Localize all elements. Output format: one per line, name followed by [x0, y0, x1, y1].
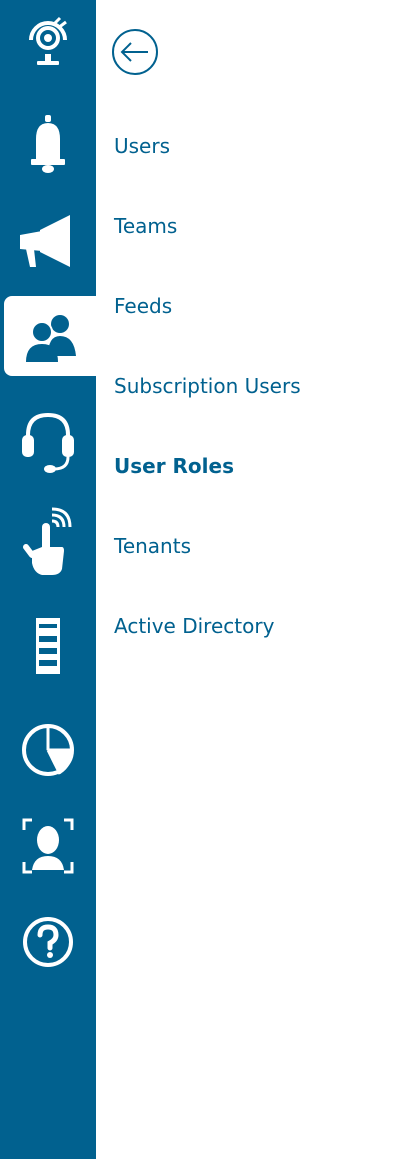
rail-item-servers[interactable]	[0, 606, 96, 686]
rail-item-help[interactable]	[0, 902, 96, 982]
rail-item-dashboard[interactable]	[0, 0, 96, 80]
nav-link-users[interactable]: Users	[114, 134, 170, 158]
users-icon	[26, 315, 76, 362]
nav-link-user-roles[interactable]: User Roles	[114, 454, 234, 478]
rail-item-interactions[interactable]	[0, 502, 96, 582]
icon-rail	[0, 0, 96, 1159]
nav-link-subscription-users[interactable]: Subscription Users	[114, 374, 301, 398]
rail-item-notifications[interactable]	[0, 105, 96, 185]
rail-item-announcements[interactable]	[0, 201, 96, 281]
help-icon	[23, 917, 73, 967]
pie-chart-icon	[22, 724, 74, 776]
dashboard-icon	[29, 16, 67, 65]
secondary-nav-panel: Users Teams Feeds Subscription Users Use…	[96, 0, 394, 1159]
rail-item-support[interactable]	[0, 400, 96, 480]
server-icon	[36, 618, 60, 674]
headset-icon	[22, 412, 74, 473]
face-scan-icon	[22, 818, 74, 874]
back-button[interactable]	[110, 27, 160, 77]
megaphone-icon	[20, 215, 70, 267]
nav-link-tenants[interactable]: Tenants	[114, 534, 191, 558]
nav-link-teams[interactable]: Teams	[114, 214, 177, 238]
nav-link-active-directory[interactable]: Active Directory	[114, 614, 274, 638]
rail-item-users[interactable]	[4, 296, 96, 376]
nav-link-feeds[interactable]: Feeds	[114, 294, 172, 318]
touch-icon	[23, 507, 72, 575]
bell-icon	[31, 115, 65, 173]
back-arrow-icon	[112, 29, 158, 75]
rail-item-face-recognition[interactable]	[0, 806, 96, 886]
rail-item-reports[interactable]	[0, 710, 96, 790]
